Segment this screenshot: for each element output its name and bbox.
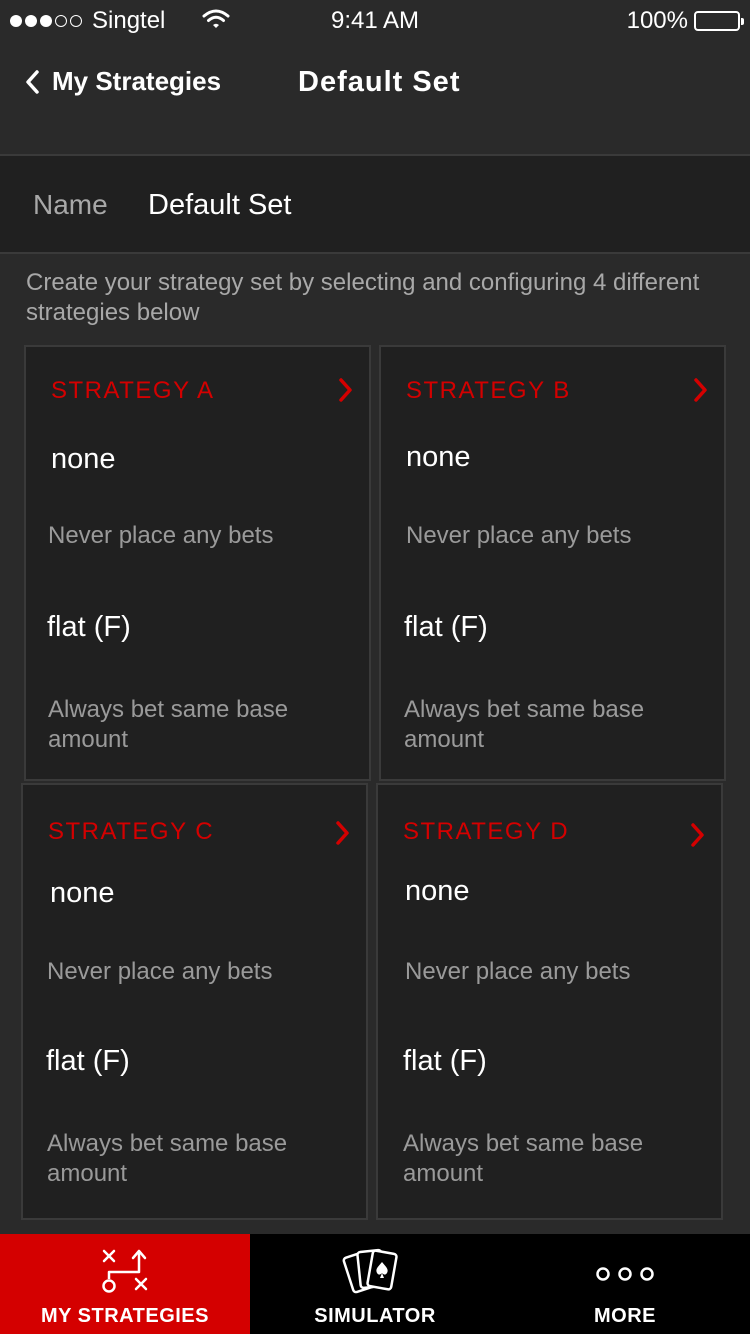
battery-status: 100% xyxy=(626,7,744,35)
tab-my-strategies[interactable]: MY STRATEGIES xyxy=(0,1234,250,1334)
chevron-right-icon xyxy=(691,823,704,847)
strategy-title: STRATEGY A xyxy=(51,377,215,404)
chevron-right-icon xyxy=(694,378,707,402)
battery-percent: 100% xyxy=(626,7,688,34)
instructions-text: Create your strategy set by selecting an… xyxy=(26,269,700,326)
tab-label: MORE xyxy=(594,1305,656,1327)
navigation-bar: My Strategies Default Set xyxy=(0,40,750,154)
strategy-card-a[interactable]: STRATEGY A none Never place any bets fla… xyxy=(24,345,371,781)
bet-strategy-description: Never place any bets xyxy=(406,522,632,549)
strategy-title: STRATEGY C xyxy=(48,818,215,845)
sizing-strategy-description: Always bet same base amount xyxy=(403,1130,644,1187)
bet-strategy-name: none xyxy=(50,877,115,909)
strategy-title: STRATEGY B xyxy=(406,377,571,404)
chevron-left-icon xyxy=(26,69,39,94)
sizing-strategy-description: Always bet same base amount xyxy=(48,696,289,753)
tab-simulator[interactable]: SIMULATOR xyxy=(250,1234,500,1334)
page-title: Default Set xyxy=(298,66,461,98)
bet-strategy-name: none xyxy=(405,875,470,907)
name-input[interactable] xyxy=(148,189,708,222)
name-label: Name xyxy=(33,189,108,220)
chevron-right-icon xyxy=(336,821,349,845)
back-button[interactable]: My Strategies xyxy=(24,66,221,97)
sizing-strategy-description: Always bet same base amount xyxy=(404,696,645,753)
tab-bar: MY STRATEGIES SIMULATOR MORE xyxy=(0,1234,750,1334)
more-dots-icon xyxy=(596,1267,654,1281)
tab-label: MY STRATEGIES xyxy=(40,1305,209,1327)
chevron-right-icon xyxy=(339,378,352,402)
back-button-label: My Strategies xyxy=(52,66,222,96)
playing-cards-icon xyxy=(342,1248,398,1294)
strategy-title: STRATEGY D xyxy=(403,818,570,845)
bet-strategy-description: Never place any bets xyxy=(48,522,274,549)
sizing-strategy-name: flat (F) xyxy=(404,611,488,643)
bet-strategy-name: none xyxy=(406,441,471,473)
bet-strategy-name: none xyxy=(51,443,116,475)
sizing-strategy-name: flat (F) xyxy=(403,1045,487,1077)
bet-strategy-description: Never place any bets xyxy=(47,958,273,985)
sizing-strategy-description: Always bet same base amount xyxy=(47,1130,288,1187)
sizing-strategy-name: flat (F) xyxy=(46,1045,130,1077)
battery-icon xyxy=(694,11,744,31)
tab-label: SIMULATOR xyxy=(314,1305,436,1327)
bet-strategy-description: Never place any bets xyxy=(405,958,631,985)
name-row: Name xyxy=(0,154,750,254)
strategy-play-icon xyxy=(102,1249,148,1293)
strategy-card-b[interactable]: STRATEGY B none Never place any bets fla… xyxy=(379,345,726,781)
tab-more[interactable]: MORE xyxy=(500,1234,750,1334)
status-bar: Singtel 9:41 AM 100% xyxy=(0,0,750,40)
strategy-card-d[interactable]: STRATEGY D none Never place any bets fla… xyxy=(376,783,723,1220)
strategy-card-c[interactable]: STRATEGY C none Never place any bets fla… xyxy=(21,783,368,1220)
sizing-strategy-name: flat (F) xyxy=(47,611,131,643)
